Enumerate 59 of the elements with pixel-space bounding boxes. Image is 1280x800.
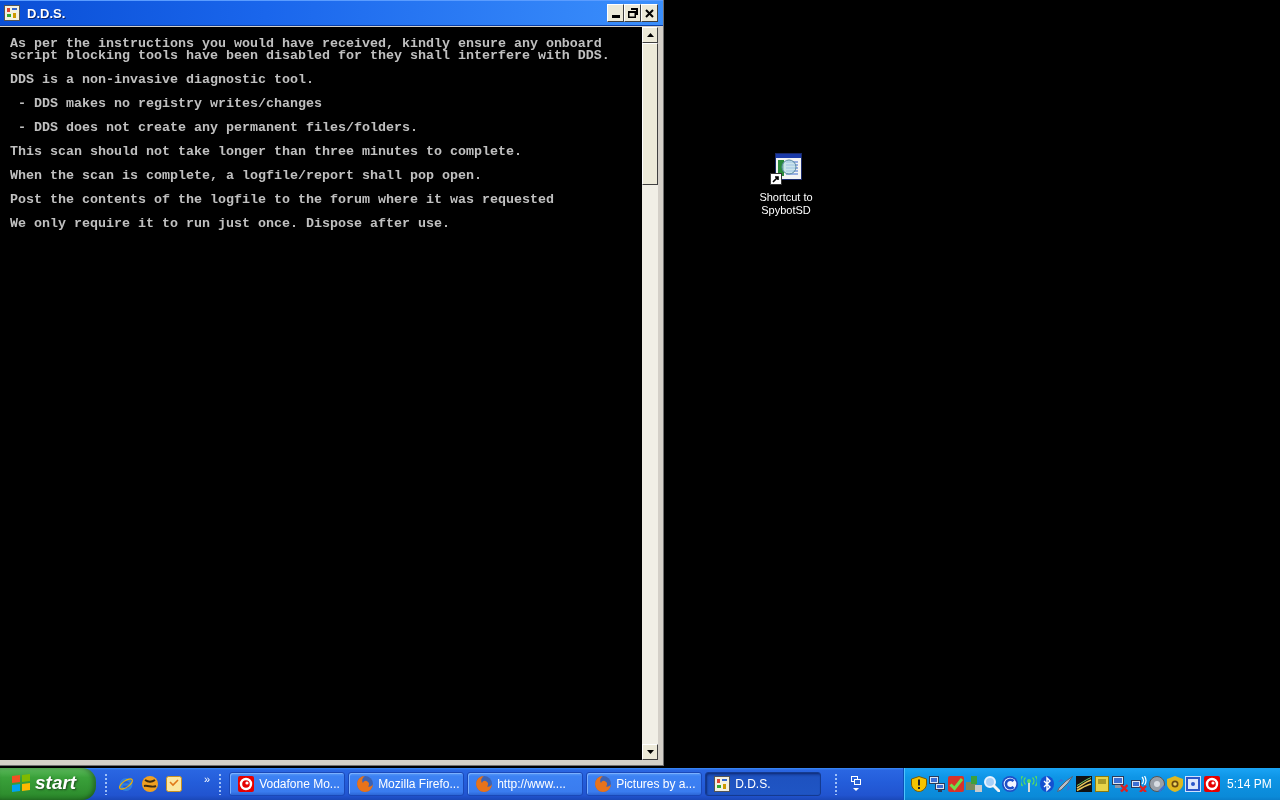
toolbar-grip[interactable] <box>834 773 838 795</box>
globe-icon <box>357 776 374 792</box>
console-line: As per the instructions you would have received, kindly ensure any onboard <box>10 38 602 50</box>
scrollbar-thumb[interactable] <box>642 43 658 185</box>
console-line: Post the contents of the logfile to the forum where it was requested <box>10 194 554 206</box>
network-error-icon[interactable] <box>1112 776 1129 792</box>
desktop-icon-label[interactable]: Shortcut to SpybotSD <box>751 191 821 217</box>
window-tile-icon[interactable] <box>1185 776 1202 792</box>
taskbar-button[interactable]: Pictures by a... <box>586 772 703 796</box>
taskbar-button[interactable]: D.D.S. <box>705 772 822 796</box>
toolbar-grip[interactable] <box>104 773 108 795</box>
ring-tile-icon[interactable] <box>1203 776 1220 792</box>
overflow-button[interactable]: » <box>204 773 211 785</box>
close-button[interactable] <box>641 4 658 22</box>
console-line: When the scan is complete, a logfile/report shall pop open. <box>10 170 482 182</box>
shield-badge-icon[interactable] <box>1167 776 1184 792</box>
down-arrow-icon <box>646 750 654 754</box>
taskbar-button[interactable]: http://www.... <box>467 772 584 796</box>
ring-tile-icon <box>238 776 255 792</box>
flag-icon <box>12 774 30 792</box>
minimize-button[interactable] <box>607 4 624 22</box>
globe-orbit-icon[interactable] <box>118 776 134 792</box>
console-line: - DDS does not create any permanent files/folders. <box>17 122 418 134</box>
note-icon[interactable] <box>166 776 182 792</box>
globe-icon <box>595 776 612 792</box>
close-icon <box>645 8 654 18</box>
globe-icon <box>476 776 493 792</box>
bluetooth-icon[interactable] <box>1039 776 1056 792</box>
clock[interactable]: 5:14 PM <box>1227 777 1272 791</box>
wireless-error-icon[interactable] <box>1130 776 1147 792</box>
taskbar-button[interactable]: Mozilla Firefo... <box>348 772 465 796</box>
up-arrow-icon <box>646 33 654 37</box>
console-line: script blocking tools have been disabled for they shall interfere with DDS. <box>10 50 610 62</box>
console-line: DDS is a non-invasive diagnostic tool. <box>10 74 314 86</box>
console-line: This scan should not take longer than three minutes to complete. <box>10 146 522 158</box>
minimize-icon <box>611 15 620 18</box>
ring-badge-icon[interactable] <box>1002 776 1019 792</box>
window-title: D.D.S. <box>27 5 66 21</box>
check-tile-icon[interactable] <box>947 776 964 792</box>
disc-icon[interactable] <box>1148 776 1165 792</box>
scrollbar[interactable] <box>642 27 658 760</box>
restore-icon <box>627 8 638 18</box>
taskbar-button[interactable]: Vodafone Mo... <box>229 772 346 796</box>
windows-caret-icon[interactable] <box>851 776 861 792</box>
scroll-down-button[interactable] <box>642 744 658 760</box>
document-icon <box>4 5 20 21</box>
console-line: We only require it to run just once. Dispose after use. <box>10 218 450 230</box>
program-shortcut-icon[interactable] <box>770 153 802 185</box>
console-line: - DDS makes no registry writes/changes <box>17 98 322 110</box>
toolbar-grip[interactable] <box>218 773 223 795</box>
ball-icon[interactable] <box>142 776 158 792</box>
document-icon <box>714 776 731 792</box>
search-icon[interactable] <box>984 776 1001 792</box>
start-button[interactable]: start <box>0 768 96 800</box>
shield-icon[interactable] <box>911 776 927 792</box>
scroll-up-button[interactable] <box>642 27 658 43</box>
computers-icon[interactable] <box>929 776 946 792</box>
chart-tile-icon[interactable] <box>1075 776 1092 792</box>
restore-button[interactable] <box>624 4 641 22</box>
